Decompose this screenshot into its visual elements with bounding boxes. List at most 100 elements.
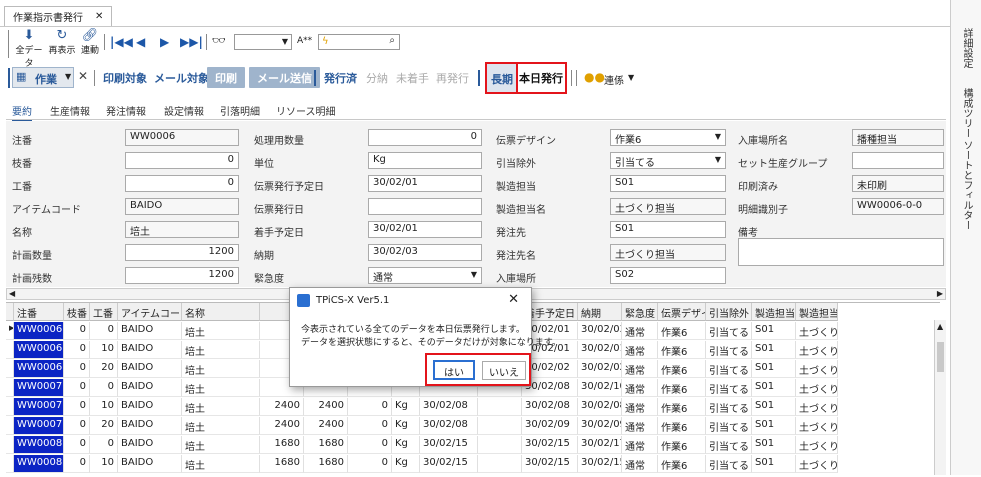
- table-cell[interactable]: 通常: [622, 455, 658, 473]
- table-cell[interactable]: WW0008: [14, 436, 64, 454]
- column-header[interactable]: 工番: [90, 303, 118, 321]
- table-cell[interactable]: 10: [90, 455, 118, 473]
- table-cell[interactable]: 0: [348, 398, 392, 416]
- plan-quantity-field[interactable]: 1200: [125, 244, 239, 261]
- table-cell[interactable]: WW0006: [14, 360, 64, 378]
- table-cell[interactable]: 引当てる: [706, 398, 752, 416]
- clear-icon[interactable]: ✕: [78, 69, 88, 83]
- table-cell[interactable]: 30/02/15: [578, 455, 622, 473]
- table-cell[interactable]: 30/02/01: [578, 341, 622, 359]
- vertical-scrollbar[interactable]: ▲: [934, 320, 946, 475]
- table-cell[interactable]: WW0006: [14, 341, 64, 359]
- column-header[interactable]: 製造担当: [796, 303, 838, 321]
- column-header[interactable]: 名称: [182, 303, 260, 321]
- table-cell[interactable]: BAIDO: [118, 322, 182, 340]
- table-cell[interactable]: 作業6: [658, 398, 706, 416]
- table-cell[interactable]: BAIDO: [118, 379, 182, 397]
- item-code-field[interactable]: BAIDO: [125, 198, 239, 215]
- processing-quantity-field[interactable]: 0: [368, 129, 482, 146]
- table-cell[interactable]: 0: [64, 341, 90, 359]
- table-cell[interactable]: 土づくり担: [796, 322, 838, 340]
- table-cell[interactable]: Kg: [392, 436, 420, 454]
- table-cell[interactable]: WW0006: [14, 322, 64, 340]
- table-cell[interactable]: [478, 417, 522, 435]
- table-cell[interactable]: WW0008: [14, 455, 64, 473]
- table-cell[interactable]: 通常: [622, 341, 658, 359]
- table-cell[interactable]: 0: [348, 436, 392, 454]
- table-cell[interactable]: 培土: [182, 417, 260, 435]
- table-cell[interactable]: Kg: [392, 417, 420, 435]
- table-cell[interactable]: 0: [64, 455, 90, 473]
- table-cell[interactable]: 培土: [182, 436, 260, 454]
- table-cell[interactable]: S01: [752, 360, 796, 378]
- table-cell[interactable]: S01: [752, 398, 796, 416]
- manufacturer-name-field[interactable]: 土づくり担当: [610, 198, 726, 215]
- table-cell[interactable]: 引当てる: [706, 436, 752, 454]
- partial-filter[interactable]: 分納: [366, 70, 388, 86]
- order-number-field[interactable]: WW0006: [125, 129, 239, 146]
- tab-settings[interactable]: 設定情報: [164, 103, 204, 118]
- scrollbar-thumb[interactable]: [937, 342, 944, 372]
- scroll-up-icon[interactable]: ▲: [937, 322, 943, 331]
- table-cell[interactable]: 0: [90, 436, 118, 454]
- scroll-left-icon[interactable]: ◀: [9, 289, 15, 298]
- table-cell[interactable]: 引当てる: [706, 379, 752, 397]
- supplier-field[interactable]: S01: [610, 221, 726, 238]
- table-cell[interactable]: 30/02/08: [578, 398, 622, 416]
- branch-number-field[interactable]: 0: [125, 152, 239, 169]
- column-header[interactable]: 製造担当: [752, 303, 796, 321]
- find-field-combo[interactable]: ▼: [234, 34, 292, 50]
- tab-summary[interactable]: 要約: [12, 103, 32, 122]
- table-cell[interactable]: 通常: [622, 379, 658, 397]
- due-date-field[interactable]: 30/02/03: [368, 244, 482, 261]
- print-target-button[interactable]: 印刷対象: [103, 70, 147, 86]
- table-cell[interactable]: 30/02/03: [578, 322, 622, 340]
- table-cell[interactable]: 培土: [182, 398, 260, 416]
- table-cell[interactable]: 0: [64, 436, 90, 454]
- font-size-button[interactable]: A**: [297, 36, 312, 46]
- column-header[interactable]: アイテムコード: [118, 303, 182, 321]
- table-cell[interactable]: 土づくり担: [796, 341, 838, 359]
- mail-target-button[interactable]: メール対象: [154, 70, 209, 86]
- table-cell[interactable]: 10: [90, 398, 118, 416]
- allocation-exclusion-select[interactable]: 引当てる ▼: [610, 152, 726, 169]
- table-cell[interactable]: S01: [752, 455, 796, 473]
- table-cell[interactable]: [478, 455, 522, 473]
- table-cell[interactable]: 培土: [182, 322, 260, 340]
- table-cell[interactable]: 1680: [304, 455, 348, 473]
- tab-production[interactable]: 生産情報: [50, 103, 90, 118]
- table-cell[interactable]: 2400: [260, 398, 304, 416]
- manufacturer-field[interactable]: S01: [610, 175, 726, 192]
- table-cell[interactable]: 30/02/10: [578, 379, 622, 397]
- plan-remaining-field[interactable]: 1200: [125, 267, 239, 284]
- related-dropdown[interactable]: 連係: [604, 72, 624, 87]
- table-cell[interactable]: 0: [348, 417, 392, 435]
- scheduled-issue-date-field[interactable]: 30/02/01: [368, 175, 482, 192]
- table-cell[interactable]: 30/02/15: [522, 455, 578, 473]
- table-cell[interactable]: 30/02/09: [578, 417, 622, 435]
- table-cell[interactable]: 通常: [622, 436, 658, 454]
- column-header[interactable]: 納期: [578, 303, 622, 321]
- item-name-field[interactable]: 培土: [125, 221, 239, 238]
- table-cell[interactable]: S01: [752, 341, 796, 359]
- table-cell[interactable]: 0: [348, 455, 392, 473]
- scroll-right-icon[interactable]: ▶: [937, 289, 943, 298]
- table-cell[interactable]: 30/02/15: [420, 455, 478, 473]
- print-button[interactable]: 印刷: [207, 67, 245, 88]
- last-record-icon[interactable]: ▶▶|: [180, 35, 203, 49]
- table-cell[interactable]: BAIDO: [118, 417, 182, 435]
- table-cell[interactable]: S01: [752, 379, 796, 397]
- table-cell[interactable]: BAIDO: [118, 436, 182, 454]
- table-cell[interactable]: 0: [64, 398, 90, 416]
- table-cell[interactable]: WW0007: [14, 417, 64, 435]
- table-cell[interactable]: BAIDO: [118, 455, 182, 473]
- binoculars-icon[interactable]: 👓︎: [212, 34, 226, 47]
- issued-filter[interactable]: 発行済: [324, 70, 357, 86]
- table-cell[interactable]: 培土: [182, 341, 260, 359]
- table-cell[interactable]: 作業6: [658, 417, 706, 435]
- table-cell[interactable]: S01: [752, 436, 796, 454]
- table-cell[interactable]: 引当てる: [706, 455, 752, 473]
- remarks-field[interactable]: [738, 238, 944, 266]
- table-cell[interactable]: 引当てる: [706, 360, 752, 378]
- table-cell[interactable]: 作業6: [658, 360, 706, 378]
